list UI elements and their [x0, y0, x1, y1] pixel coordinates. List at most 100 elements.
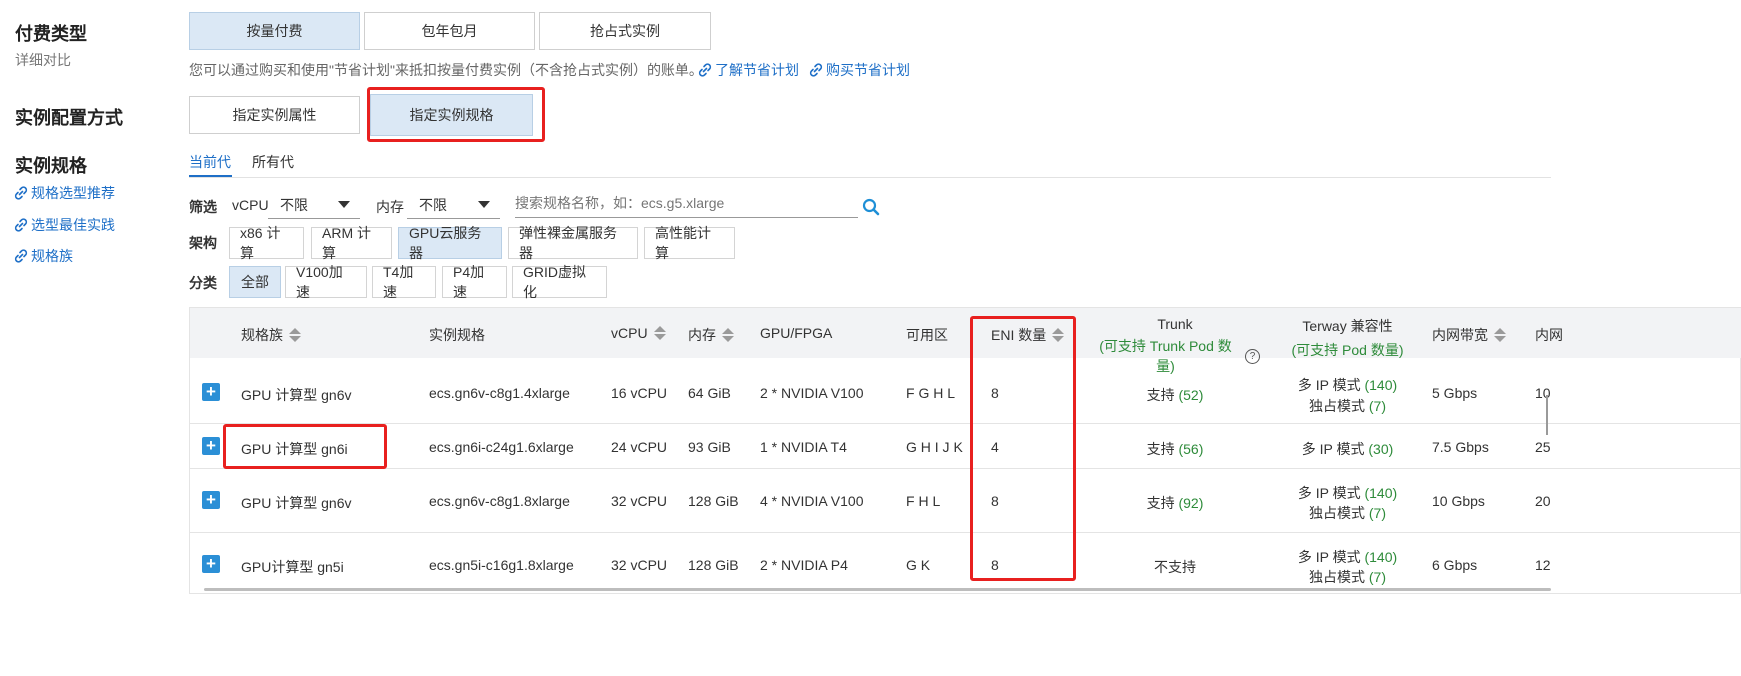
- sort-icon[interactable]: [722, 328, 734, 342]
- help-icon[interactable]: ?: [1245, 348, 1260, 364]
- cell-terway-multi: 多 IP 模式 (30): [1280, 439, 1415, 459]
- cell-vcpu: 24 vCPU: [611, 439, 668, 455]
- th-family[interactable]: 规格族: [241, 325, 301, 345]
- arch-gpu-button[interactable]: GPU云服务器: [398, 225, 502, 261]
- th-pps: 内网: [1535, 325, 1563, 345]
- cell-pps: 25: [1535, 439, 1551, 455]
- cell-family: GPU 计算型 gn6v: [241, 387, 352, 403]
- category-grid-button[interactable]: GRID虚拟化: [512, 264, 607, 300]
- learn-savings-plan-label: 了解节省计划: [715, 62, 799, 78]
- sort-icon[interactable]: [1494, 328, 1506, 342]
- billing-spot-button[interactable]: 抢占式实例: [539, 12, 711, 50]
- th-bandwidth[interactable]: 内网带宽: [1432, 325, 1506, 345]
- learn-savings-plan-link[interactable]: 了解节省计划: [698, 60, 799, 80]
- best-practice-link[interactable]: 选型最佳实践: [14, 215, 115, 235]
- cell-bandwidth: 7.5 Gbps: [1432, 439, 1489, 455]
- config-method-title: 实例配置方式: [15, 108, 123, 128]
- vcpu-select[interactable]: 不限: [268, 191, 360, 219]
- th-bandwidth-label: 内网带宽: [1432, 327, 1488, 343]
- mem-select[interactable]: 不限: [407, 191, 500, 219]
- cell-spec: ecs.gn6i-c24g1.6xlarge: [429, 439, 574, 455]
- cell-spec: ecs.gn5i-c16g1.8xlarge: [429, 557, 574, 573]
- arch-hpc-button[interactable]: 高性能计算: [644, 225, 735, 261]
- highlight-box: [970, 316, 1076, 581]
- expand-row-button[interactable]: +: [202, 383, 220, 401]
- highlight-box: [367, 87, 545, 142]
- cell-terway-count: (140): [1364, 485, 1398, 501]
- link-icon: [14, 249, 28, 263]
- th-spec: 实例规格: [429, 325, 485, 345]
- highlight-box: [223, 424, 387, 469]
- cell-trunk-status: 支持: [1146, 495, 1175, 511]
- cell-terway-count: (7): [1368, 505, 1386, 521]
- link-icon: [14, 218, 28, 232]
- th-pps-label: 内网: [1535, 327, 1563, 343]
- th-gpu-label: GPU/FPGA: [760, 325, 833, 341]
- spec-search-field[interactable]: [515, 190, 858, 218]
- expand-row-button[interactable]: +: [202, 437, 220, 455]
- expand-row-button[interactable]: +: [202, 491, 220, 509]
- billing-payg-button[interactable]: 按量付费: [189, 12, 360, 50]
- search-icon[interactable]: [862, 198, 880, 216]
- link-icon: [809, 63, 823, 77]
- cell-pps: 10: [1535, 385, 1551, 401]
- th-vcpu[interactable]: vCPU: [611, 325, 666, 341]
- cell-gpu: 2 * NVIDIA V100: [760, 385, 864, 401]
- cell-trunk-count: (56): [1178, 441, 1204, 457]
- billing-detail-link[interactable]: 详细对比: [15, 50, 71, 70]
- arch-label: 架构: [189, 235, 217, 251]
- th-spec-label: 实例规格: [429, 327, 485, 343]
- th-mem[interactable]: 内存: [688, 325, 734, 345]
- cell-terway-mode: 多 IP 模式: [1297, 485, 1361, 501]
- th-gpu: GPU/FPGA: [760, 325, 832, 341]
- th-trunk-sub: (可支持 Trunk Pod 数量): [1099, 338, 1232, 374]
- sort-icon[interactable]: [653, 326, 666, 340]
- cell-pps: 12: [1535, 557, 1551, 573]
- buy-savings-plan-link[interactable]: 购买节省计划: [809, 60, 910, 80]
- cell-zone: G H I J K: [906, 439, 963, 455]
- arch-x86-button[interactable]: x86 计算: [229, 225, 304, 261]
- spec-title: 实例规格: [15, 156, 87, 176]
- mem-label: 内存: [376, 199, 404, 215]
- tab-all-gen[interactable]: 所有代: [252, 152, 294, 172]
- cell-family: GPU 计算型 gn6v: [241, 495, 352, 511]
- cell-terway-multi: 多 IP 模式 (140): [1280, 375, 1415, 395]
- cell-terway-exclusive: 独占模式 (7): [1280, 396, 1415, 416]
- billing-subscription-button[interactable]: 包年包月: [364, 12, 535, 50]
- cell-terway-mode: 独占模式: [1308, 569, 1365, 585]
- sort-icon[interactable]: [289, 328, 301, 342]
- chevron-down-icon: [478, 201, 490, 208]
- link-icon: [698, 63, 712, 77]
- th-terway: Terway 兼容性 (可支持 Pod 数量): [1280, 316, 1415, 360]
- spec-recommend-label: 规格选型推荐: [31, 185, 115, 201]
- cell-spec: ecs.gn6v-c8g1.4xlarge: [429, 385, 570, 401]
- arch-arm-button[interactable]: ARM 计算: [311, 225, 392, 261]
- th-mem-label: 内存: [688, 327, 716, 343]
- category-t4-button[interactable]: T4加速: [372, 264, 436, 300]
- cell-vcpu: 32 vCPU: [611, 493, 668, 509]
- cell-vcpu: 32 vCPU: [611, 557, 668, 573]
- arch-baremetal-button[interactable]: 弹性裸金属服务器: [508, 225, 638, 261]
- spec-recommend-link[interactable]: 规格选型推荐: [14, 183, 115, 203]
- buy-savings-plan-label: 购买节省计划: [826, 62, 910, 78]
- horizontal-scrollbar[interactable]: [204, 588, 1551, 591]
- category-all-button[interactable]: 全部: [229, 266, 281, 298]
- cell-family: GPU计算型 gn5i: [241, 559, 344, 575]
- spec-search-input[interactable]: [515, 190, 845, 216]
- spec-family-link[interactable]: 规格族: [14, 246, 73, 266]
- config-by-attribute-button[interactable]: 指定实例属性: [189, 96, 360, 134]
- cell-trunk: 支持 (92): [1090, 493, 1260, 513]
- cell-terway-mode: 多 IP 模式: [1297, 377, 1361, 393]
- mem-select-value: 不限: [419, 196, 447, 213]
- expand-row-button[interactable]: +: [202, 555, 220, 573]
- cell-trunk-count: (52): [1178, 387, 1204, 403]
- th-zone-label: 可用区: [906, 327, 948, 343]
- th-terway-label: Terway 兼容性: [1302, 318, 1393, 334]
- category-v100-button[interactable]: V100加速: [285, 264, 367, 300]
- tab-current-gen[interactable]: 当前代: [189, 152, 231, 172]
- cell-terway-count: (7): [1368, 569, 1386, 585]
- cell-terway-multi: 多 IP 模式 (140): [1280, 547, 1415, 567]
- vertical-scrollbar[interactable]: [1546, 395, 1548, 435]
- category-p4-button[interactable]: P4加速: [442, 264, 507, 300]
- th-vcpu-label: vCPU: [611, 325, 648, 341]
